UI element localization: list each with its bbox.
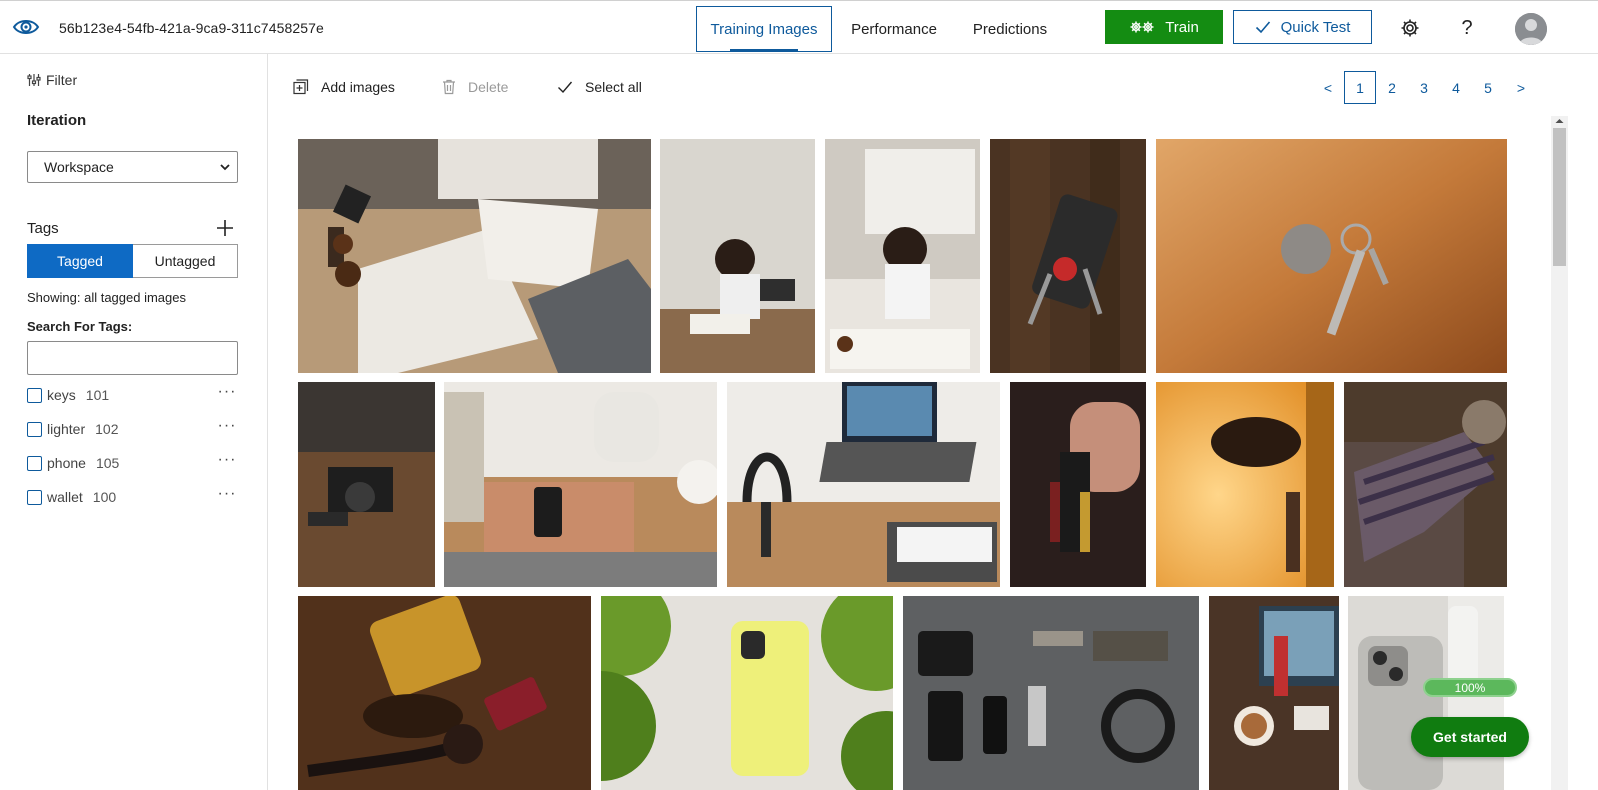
filter-label: Filter xyxy=(46,72,78,88)
tag-name: keys xyxy=(47,387,76,403)
iteration-select[interactable]: Workspace xyxy=(27,151,238,183)
quick-test-label: Quick Test xyxy=(1280,18,1351,36)
tag-more-icon[interactable]: ··· xyxy=(215,451,239,475)
tag-item-lighter: lighter 102 ··· xyxy=(27,417,239,441)
avatar[interactable] xyxy=(1515,13,1547,45)
pager-page-3[interactable]: 3 xyxy=(1408,71,1440,104)
tag-item-phone: phone 105 ··· xyxy=(27,451,239,475)
trash-icon xyxy=(443,79,455,95)
tag-more-icon[interactable]: ··· xyxy=(215,485,239,509)
filter-button[interactable]: Filter xyxy=(27,72,77,88)
tag-count: 105 xyxy=(95,455,120,471)
pager-page-1[interactable]: 1 xyxy=(1344,71,1376,104)
tag-checkbox[interactable] xyxy=(27,489,42,505)
tag-checkbox[interactable] xyxy=(27,421,42,437)
quick-test-button[interactable]: Quick Test xyxy=(1233,10,1372,44)
training-image-thumbnail[interactable] xyxy=(825,139,980,373)
training-image-thumbnail[interactable] xyxy=(298,596,591,790)
search-tags-label: Search For Tags: xyxy=(27,319,133,334)
progress-pill: 100% xyxy=(1423,678,1517,697)
tag-name: wallet xyxy=(47,489,83,505)
tag-item-wallet: wallet 100 ··· xyxy=(27,485,239,509)
select-all-button[interactable]: Select all xyxy=(557,76,642,98)
help-icon[interactable]: ? xyxy=(1455,15,1479,41)
eye-logo-icon[interactable] xyxy=(12,15,40,39)
add-images-button[interactable]: Add images xyxy=(293,76,395,98)
pager-page-2[interactable]: 2 xyxy=(1376,71,1408,104)
gears-icon xyxy=(1130,21,1154,33)
training-image-thumbnail[interactable] xyxy=(298,139,651,373)
training-image-thumbnail[interactable] xyxy=(444,382,717,587)
tag-name: lighter xyxy=(47,421,86,437)
tag-count: 100 xyxy=(92,489,117,505)
get-started-button[interactable]: Get started xyxy=(1411,717,1529,757)
add-tag-plus-icon[interactable] xyxy=(215,218,235,238)
training-image-thumbnail[interactable] xyxy=(1344,382,1507,587)
tab-performance[interactable]: Performance xyxy=(842,6,946,52)
delete-label: Delete xyxy=(468,79,509,95)
training-image-thumbnail[interactable] xyxy=(601,596,893,790)
tag-more-icon[interactable]: ··· xyxy=(215,383,239,407)
check-icon xyxy=(558,81,573,94)
pager-page-5[interactable]: 5 xyxy=(1472,71,1504,104)
segment-untagged[interactable]: Untagged xyxy=(133,244,238,278)
tab-predictions[interactable]: Predictions xyxy=(962,6,1058,52)
iteration-title: Iteration xyxy=(27,112,87,129)
train-button[interactable]: Train xyxy=(1105,10,1223,44)
tag-checkbox[interactable] xyxy=(27,387,42,403)
showing-text: Showing: all tagged images xyxy=(27,290,186,305)
project-id: 56b123e4-54fb-421a-9ca9-311c7458257e xyxy=(59,20,324,36)
tag-more-icon[interactable]: ··· xyxy=(215,417,239,441)
tag-count: 101 xyxy=(85,387,110,403)
tag-count: 102 xyxy=(95,421,119,437)
segment-tagged[interactable]: Tagged xyxy=(27,244,133,278)
tag-checkbox[interactable] xyxy=(27,455,42,471)
add-images-icon xyxy=(293,79,309,95)
chevron-down-icon xyxy=(220,164,230,171)
training-image-thumbnail[interactable] xyxy=(1156,139,1507,373)
train-label: Train xyxy=(1165,18,1199,36)
scroll-up-arrow-icon[interactable] xyxy=(1554,116,1565,126)
training-image-thumbnail[interactable] xyxy=(1209,596,1339,790)
search-tags-input[interactable] xyxy=(27,341,238,375)
training-image-thumbnail[interactable] xyxy=(660,139,815,373)
pager-prev[interactable]: < xyxy=(1312,71,1344,104)
sidebar: Filter Iteration Workspace Tags Tagged U… xyxy=(0,54,268,790)
gear-icon[interactable] xyxy=(1398,15,1422,41)
add-images-label: Add images xyxy=(321,79,395,95)
top-header: 56b123e4-54fb-421a-9ca9-311c7458257e Tra… xyxy=(0,0,1598,54)
filter-sliders-icon xyxy=(27,74,41,86)
tag-name: phone xyxy=(47,455,86,471)
pager-page-4[interactable]: 4 xyxy=(1440,71,1472,104)
tag-item-keys: keys 101 ··· xyxy=(27,383,239,407)
training-image-thumbnail[interactable] xyxy=(1010,382,1146,587)
check-icon xyxy=(1255,21,1270,34)
tags-title: Tags xyxy=(27,220,59,237)
training-image-thumbnail[interactable] xyxy=(298,382,435,587)
training-image-thumbnail[interactable] xyxy=(903,596,1199,790)
select-all-label: Select all xyxy=(585,79,642,95)
pager-next[interactable]: > xyxy=(1505,71,1537,104)
training-image-thumbnail[interactable] xyxy=(990,139,1146,373)
training-image-thumbnail[interactable] xyxy=(727,382,1000,587)
delete-button[interactable]: Delete xyxy=(442,76,508,98)
tab-training-images[interactable]: Training Images xyxy=(696,6,832,52)
training-image-thumbnail[interactable] xyxy=(1156,382,1334,587)
iteration-selected-value: Workspace xyxy=(44,159,114,175)
scrollbar-thumb[interactable] xyxy=(1553,128,1566,266)
